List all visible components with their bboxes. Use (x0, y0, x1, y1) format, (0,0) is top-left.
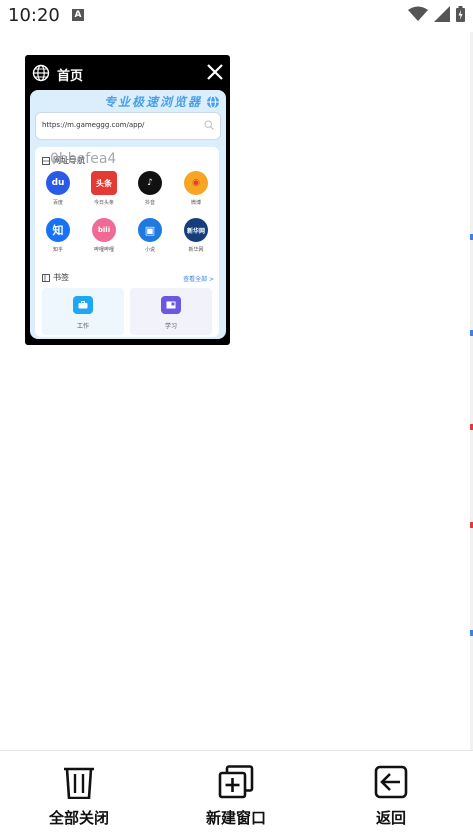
toutiao-icon: 头条 (91, 171, 117, 195)
app-tile: du 百度 (38, 171, 78, 206)
close-tab-icon[interactable] (206, 63, 224, 81)
bookmark-label: 学习 (164, 323, 177, 330)
app-tile: 头条 今日头条 (84, 171, 124, 206)
xinhua-icon: 新华网 (184, 218, 208, 242)
trash-icon (64, 767, 94, 800)
app-tile: 知 知乎 (38, 218, 78, 253)
preview-bookmarks-title: 书签 (53, 273, 69, 282)
app-label: 小说 (144, 247, 155, 253)
bookmark-tile: 工作 (42, 288, 124, 335)
app-label: 知乎 (52, 247, 63, 253)
app-tile: ◉ 微博 (176, 171, 216, 206)
briefcase-icon (73, 296, 93, 314)
app-label: 新华网 (188, 247, 204, 253)
globe-logo-icon (207, 95, 219, 108)
close-all-label: 全部关闭 (48, 809, 109, 827)
baidu-icon: du (46, 171, 70, 195)
novel-icon: ▣ (138, 218, 162, 242)
preview-url-text: https://m.gameggg.com/app/ (42, 121, 145, 129)
preview-url-bar: https://m.gameggg.com/app/ (35, 112, 221, 140)
tab-header: 首页 (25, 55, 230, 90)
bottom-toolbar: 全部关闭 新建窗口 返回 (0, 751, 473, 840)
close-all-button[interactable]: 全部关闭 (46, 765, 112, 828)
app-tile: ▣ 小说 (130, 218, 170, 253)
bookmark-tile: 学习 (130, 288, 212, 335)
tab-title: 首页 (57, 69, 84, 84)
preview-banner: 专业极速浏览器 (104, 93, 220, 110)
app-label: 抖音 (144, 200, 155, 206)
preview-see-all: 查看全部 > (183, 276, 214, 283)
battery-icon (456, 6, 465, 22)
new-window-label: 新建窗口 (205, 809, 266, 827)
status-bar: 10:20 A (0, 0, 473, 32)
preview-quick-links: 网址导航 0bbefea4 du 百度 头条 今日头条 ♪ 抖音 ◉ 微博 知 … (35, 147, 219, 337)
app-label: 今日头条 (93, 200, 114, 206)
wifi-icon (408, 6, 428, 21)
douyin-icon: ♪ (138, 171, 162, 195)
tab-card[interactable]: 首页 专业极速浏览器 https://m.gameggg.com/app/ 网址… (25, 55, 230, 345)
preview-bookmarks-head: 书签 (42, 272, 69, 283)
search-icon (204, 120, 214, 130)
tab-preview-thumbnail[interactable]: 专业极速浏览器 https://m.gameggg.com/app/ 网址导航 (30, 90, 226, 339)
bilibili-icon: bili (92, 218, 116, 242)
back-button[interactable]: 返回 (368, 765, 414, 828)
app-label: 哔哩哔哩 (93, 247, 114, 253)
bookmark-label: 工作 (76, 323, 89, 330)
back-arrow-icon (374, 765, 408, 799)
globe-icon (32, 64, 50, 82)
new-window-icon (218, 765, 254, 799)
notification-icon: A (72, 9, 84, 21)
app-tile: 新华网 新华网 (176, 218, 216, 253)
grid-icon (42, 156, 50, 165)
app-tile: bili 哔哩哔哩 (84, 218, 124, 253)
app-tile: ♪ 抖音 (130, 171, 170, 206)
status-time: 10:20 (8, 5, 60, 26)
zhihu-icon: 知 (46, 218, 70, 242)
signal-icon (434, 6, 450, 22)
watermark-text: 0bbefea4 (50, 151, 117, 167)
app-label: 微博 (190, 200, 201, 206)
weibo-icon: ◉ (184, 171, 208, 195)
preview-banner-text: 专业极速浏览器 (103, 95, 202, 109)
book-icon (42, 273, 50, 282)
study-icon (161, 296, 181, 314)
new-window-button[interactable]: 新建窗口 (203, 765, 269, 828)
app-label: 百度 (52, 200, 63, 206)
back-label: 返回 (375, 809, 406, 827)
